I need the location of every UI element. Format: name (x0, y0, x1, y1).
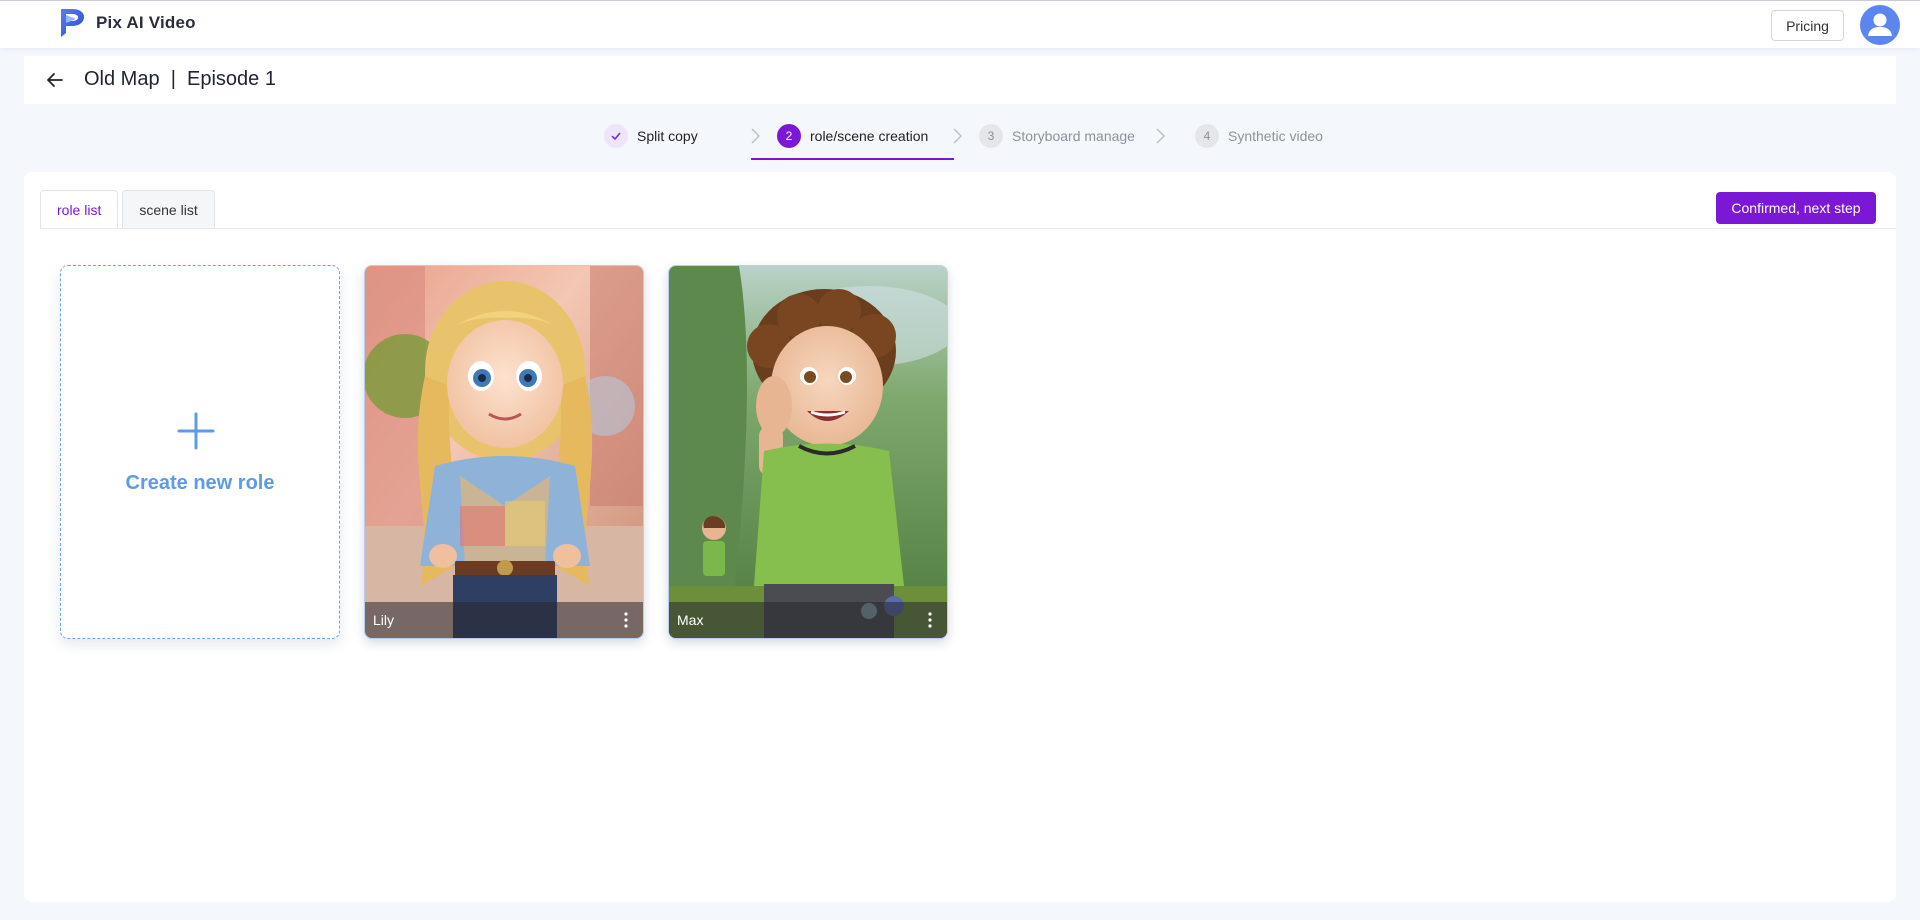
tab-bar: role list scene list (40, 190, 215, 230)
step-number: 3 (979, 124, 1003, 148)
p-logo-icon (61, 9, 84, 37)
max-portrait-image (669, 266, 947, 638)
more-vertical-icon[interactable] (617, 610, 635, 630)
step-number: 2 (777, 124, 801, 148)
step-number: 4 (1195, 124, 1219, 148)
create-new-role-card[interactable]: Create new role (60, 265, 340, 639)
step-label: Split copy (637, 128, 698, 144)
role-card-lily[interactable]: Lily (364, 265, 644, 639)
active-step-underline (751, 158, 954, 160)
tabs-divider (40, 228, 1896, 229)
step-indicator: Split copy 2 role/scene creation 3 Story… (0, 120, 1920, 162)
step-split-copy[interactable]: Split copy (604, 124, 698, 148)
step-storyboard-manage[interactable]: 3 Storyboard manage (979, 124, 1135, 148)
check-icon (604, 124, 628, 148)
more-vertical-icon[interactable] (921, 610, 939, 630)
create-new-role-label: Create new role (125, 472, 275, 494)
tab-role-list[interactable]: role list (40, 190, 119, 229)
step-label: role/scene creation (810, 128, 929, 144)
step-label: Storyboard manage (1012, 128, 1135, 144)
plus-icon (177, 412, 215, 450)
role-card-footer: Max (669, 602, 947, 638)
role-name: Lily (373, 612, 395, 628)
step-label: Synthetic video (1228, 128, 1323, 144)
arrow-left-icon[interactable] (44, 69, 66, 91)
title-bar: Old Map | Episode 1 (24, 56, 1896, 104)
main-panel: role list scene list Confirmed, next ste… (24, 172, 1896, 902)
brand[interactable]: Pix AI Video (58, 7, 196, 39)
lily-portrait-image (365, 266, 643, 638)
brand-name: Pix AI Video (96, 13, 196, 32)
role-card-footer: Lily (365, 602, 643, 638)
step-synthetic-video[interactable]: 4 Synthetic video (1195, 124, 1323, 148)
confirm-next-step-button[interactable]: Confirmed, next step (1716, 192, 1876, 224)
top-bar: Pix AI Video Pricing (0, 0, 1920, 48)
chevron-right-icon (1156, 128, 1165, 144)
pricing-button[interactable]: Pricing (1771, 10, 1844, 41)
chevron-right-icon (751, 128, 760, 144)
step-role-scene-creation[interactable]: 2 role/scene creation (777, 124, 928, 148)
role-name: Max (677, 612, 704, 628)
avatar[interactable] (1860, 5, 1900, 45)
chevron-right-icon (953, 128, 962, 144)
user-icon (1868, 13, 1892, 36)
role-card-max[interactable]: Max (668, 265, 948, 639)
page-title: Old Map | Episode 1 (84, 68, 276, 90)
tab-scene-list[interactable]: scene list (122, 190, 215, 229)
